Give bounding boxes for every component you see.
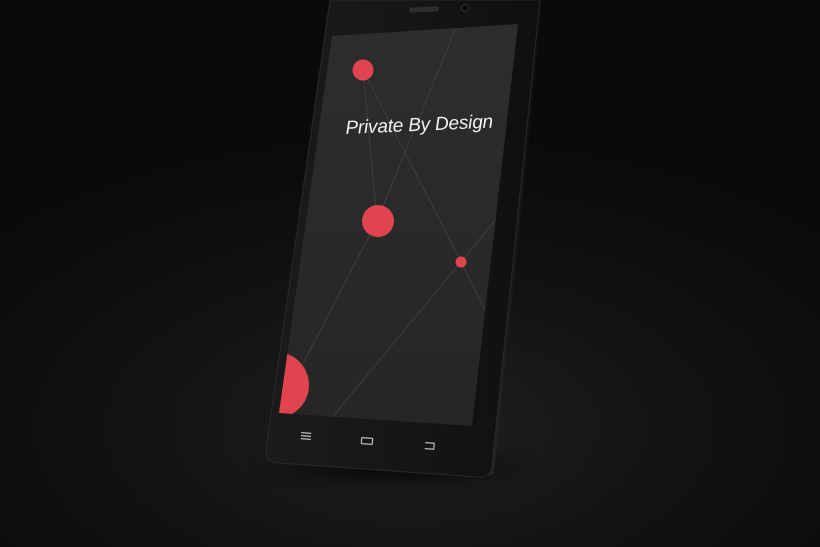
phone-scene: Private By Design [0,0,820,547]
network-node [455,256,467,268]
front-camera [461,4,469,12]
phone-illustration [265,0,543,478]
network-node [362,205,394,237]
network-node [352,59,374,81]
